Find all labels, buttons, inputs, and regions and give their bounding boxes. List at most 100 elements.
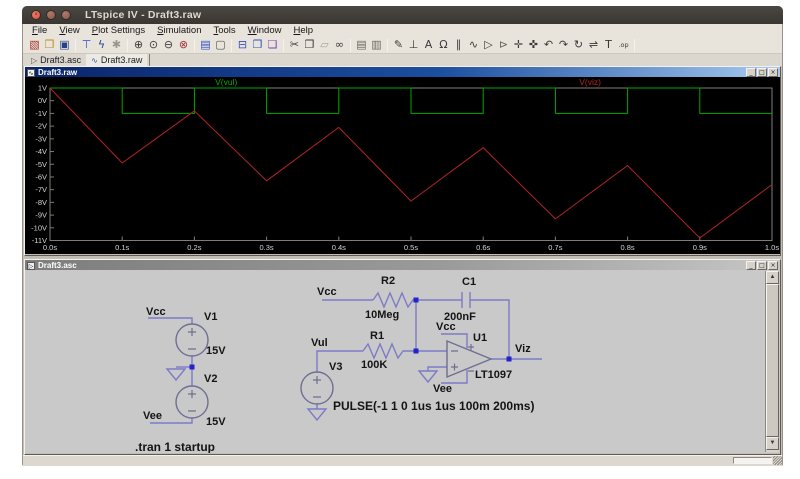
x-tick-label: 0.0s <box>43 243 57 252</box>
drag-icon[interactable]: ✜ <box>526 38 541 53</box>
scroll-up-button[interactable]: ▲ <box>766 271 779 284</box>
schematic-vscrollbar[interactable]: ▲ ▼ <box>765 271 779 452</box>
inductor-icon[interactable]: ∿ <box>466 38 481 53</box>
component-value-r1: 100K <box>361 359 387 371</box>
tab-draft3.raw[interactable]: ∿Draft3.raw <box>86 54 147 66</box>
waveform-minimize-button[interactable]: _ <box>746 68 756 77</box>
redo-icon[interactable]: ↷ <box>556 38 571 53</box>
waveform-close-button[interactable]: × <box>768 68 778 77</box>
waveform-plot-area[interactable]: 1V0V-1V-2V-3V-4V-5V-6V-7V-8V-9V-10V-11V0… <box>25 77 780 254</box>
tab-draft3.asc[interactable]: ▷Draft3.asc <box>26 54 86 66</box>
spice-directive-icon[interactable]: .op <box>616 38 631 53</box>
x-tick-label: 0.2s <box>187 243 201 252</box>
paste-icon[interactable]: ▱ <box>317 38 332 53</box>
tab-divider <box>149 54 150 66</box>
schematic-canvas[interactable]: VccV115VV2Vee15V.tran 1 startupVulV3R110… <box>25 270 764 453</box>
trace-label-V(viz)[interactable]: V(viz) <box>579 77 601 87</box>
tab-bar: ▷Draft3.asc∿Draft3.raw <box>23 54 782 66</box>
net-label-vee-v2: Vee <box>143 410 162 422</box>
spice-directive-tran: .tran 1 startup <box>135 440 215 453</box>
window-maximize-button[interactable] <box>61 10 71 20</box>
schematic-minimize-button[interactable]: _ <box>746 261 756 270</box>
menu-item-help[interactable]: Help <box>287 25 319 36</box>
print-icon[interactable]: ▤ <box>354 38 369 53</box>
rotate-icon[interactable]: ↻ <box>571 38 586 53</box>
zoom-back-icon[interactable]: ⊙ <box>146 38 161 53</box>
waveform-plot[interactable]: 1V0V-1V-2V-3V-4V-5V-6V-7V-8V-9V-10V-11V0… <box>25 77 780 254</box>
menu-item-file[interactable]: File <box>26 25 53 36</box>
y-tick-label: -10V <box>31 223 47 232</box>
text-icon[interactable]: T <box>601 38 616 53</box>
trace-V(vul)[interactable] <box>50 88 772 113</box>
x-tick-label: 0.5s <box>404 243 418 252</box>
x-tick-label: 0.8s <box>621 243 635 252</box>
print-preview-icon[interactable]: ▥ <box>369 38 384 53</box>
resistor-icon[interactable]: Ω <box>436 38 451 53</box>
x-tick-label: 0.1s <box>115 243 129 252</box>
resize-grip[interactable] <box>773 456 782 465</box>
cut-icon[interactable]: ✂ <box>287 38 302 53</box>
ground-symbol <box>167 369 185 380</box>
mirror-icon[interactable]: ⇌ <box>586 38 601 53</box>
toolbar-separator <box>283 39 284 52</box>
trace-label-V(vul)[interactable]: V(vul) <box>215 77 237 87</box>
net-label-vee-opamp: Vee <box>433 383 452 395</box>
schematic-maximize-button[interactable]: □ <box>757 261 767 270</box>
menu-item-view[interactable]: View <box>53 25 85 36</box>
wire-icon[interactable]: ✎ <box>391 38 406 53</box>
copy-icon[interactable]: ❐ <box>302 38 317 53</box>
menu-item-tools[interactable]: Tools <box>207 25 241 36</box>
new-schematic-icon[interactable]: ▧ <box>27 38 42 53</box>
scroll-down-button[interactable]: ▼ <box>766 437 779 450</box>
capacitor-icon[interactable]: ∥ <box>451 38 466 53</box>
label-net-icon[interactable]: A <box>421 38 436 53</box>
component-value-v3: PULSE(-1 1 0 1us 1us 100m 200ms) <box>333 399 534 413</box>
halt-icon[interactable]: ✱ <box>109 38 124 53</box>
y-tick-label: -8V <box>35 198 47 207</box>
component-icon[interactable]: ⊳ <box>496 38 511 53</box>
save-icon[interactable]: ▣ <box>57 38 72 53</box>
toolbar-separator <box>387 39 388 52</box>
zoom-in-icon[interactable]: ⊕ <box>131 38 146 53</box>
scrollbar-thumb[interactable] <box>766 284 779 437</box>
tab-icon: ▷ <box>31 56 37 65</box>
schematic-close-button[interactable]: × <box>768 261 778 270</box>
net-label-vcc-r2: Vcc <box>317 286 337 298</box>
status-bar <box>23 455 782 466</box>
component-value-v1: 15V <box>206 345 226 357</box>
net-label-viz: Viz <box>515 343 531 355</box>
cascade-windows-icon[interactable]: ❐ <box>250 38 265 53</box>
menu-item-simulation[interactable]: Simulation <box>151 25 207 36</box>
window-minimize-button[interactable] <box>46 10 56 20</box>
waveform-window-title: Draft3.raw <box>38 68 77 77</box>
control-panel-icon[interactable]: ⊤ <box>79 38 94 53</box>
find-icon[interactable]: ∞ <box>332 38 347 53</box>
y-tick-label: -5V <box>35 160 47 169</box>
tile-windows-icon[interactable]: ⊟ <box>235 38 250 53</box>
diode-icon[interactable]: ▷ <box>481 38 496 53</box>
app-titlebar[interactable]: × LTspice IV - Draft3.raw <box>22 6 783 24</box>
open-icon[interactable]: ❒ <box>42 38 57 53</box>
tile-vertical-icon[interactable]: ❏ <box>265 38 280 53</box>
ground-symbol <box>419 371 437 382</box>
y-tick-label: -9V <box>35 211 47 220</box>
component-value-r2: 10Meg <box>365 309 399 321</box>
move-icon[interactable]: ✛ <box>511 38 526 53</box>
schematic-text-labels: VccV115VV2Vee15V.tran 1 startupVulV3R110… <box>135 275 534 453</box>
spice-netlist-icon[interactable]: ▤ <box>198 38 213 53</box>
toolbar-separator <box>194 39 195 52</box>
component-name-v1: V1 <box>204 311 217 323</box>
window-close-button[interactable]: × <box>31 10 41 20</box>
undo-icon[interactable]: ↶ <box>541 38 556 53</box>
toolbar-separator <box>127 39 128 52</box>
schematic-window-icon: ▷ <box>27 262 35 270</box>
run-icon[interactable]: ϟ <box>94 38 109 53</box>
zoom-full-extents-icon[interactable]: ⊗ <box>176 38 191 53</box>
menu-item-plot-settings[interactable]: Plot Settings <box>86 25 151 36</box>
menu-item-window[interactable]: Window <box>242 25 288 36</box>
zoom-out-icon[interactable]: ⊖ <box>161 38 176 53</box>
waveform-maximize-button[interactable]: □ <box>757 68 767 77</box>
component-name-v2: V2 <box>204 373 217 385</box>
ground-icon[interactable]: ⊥ <box>406 38 421 53</box>
select-region-icon[interactable]: ▢ <box>213 38 228 53</box>
